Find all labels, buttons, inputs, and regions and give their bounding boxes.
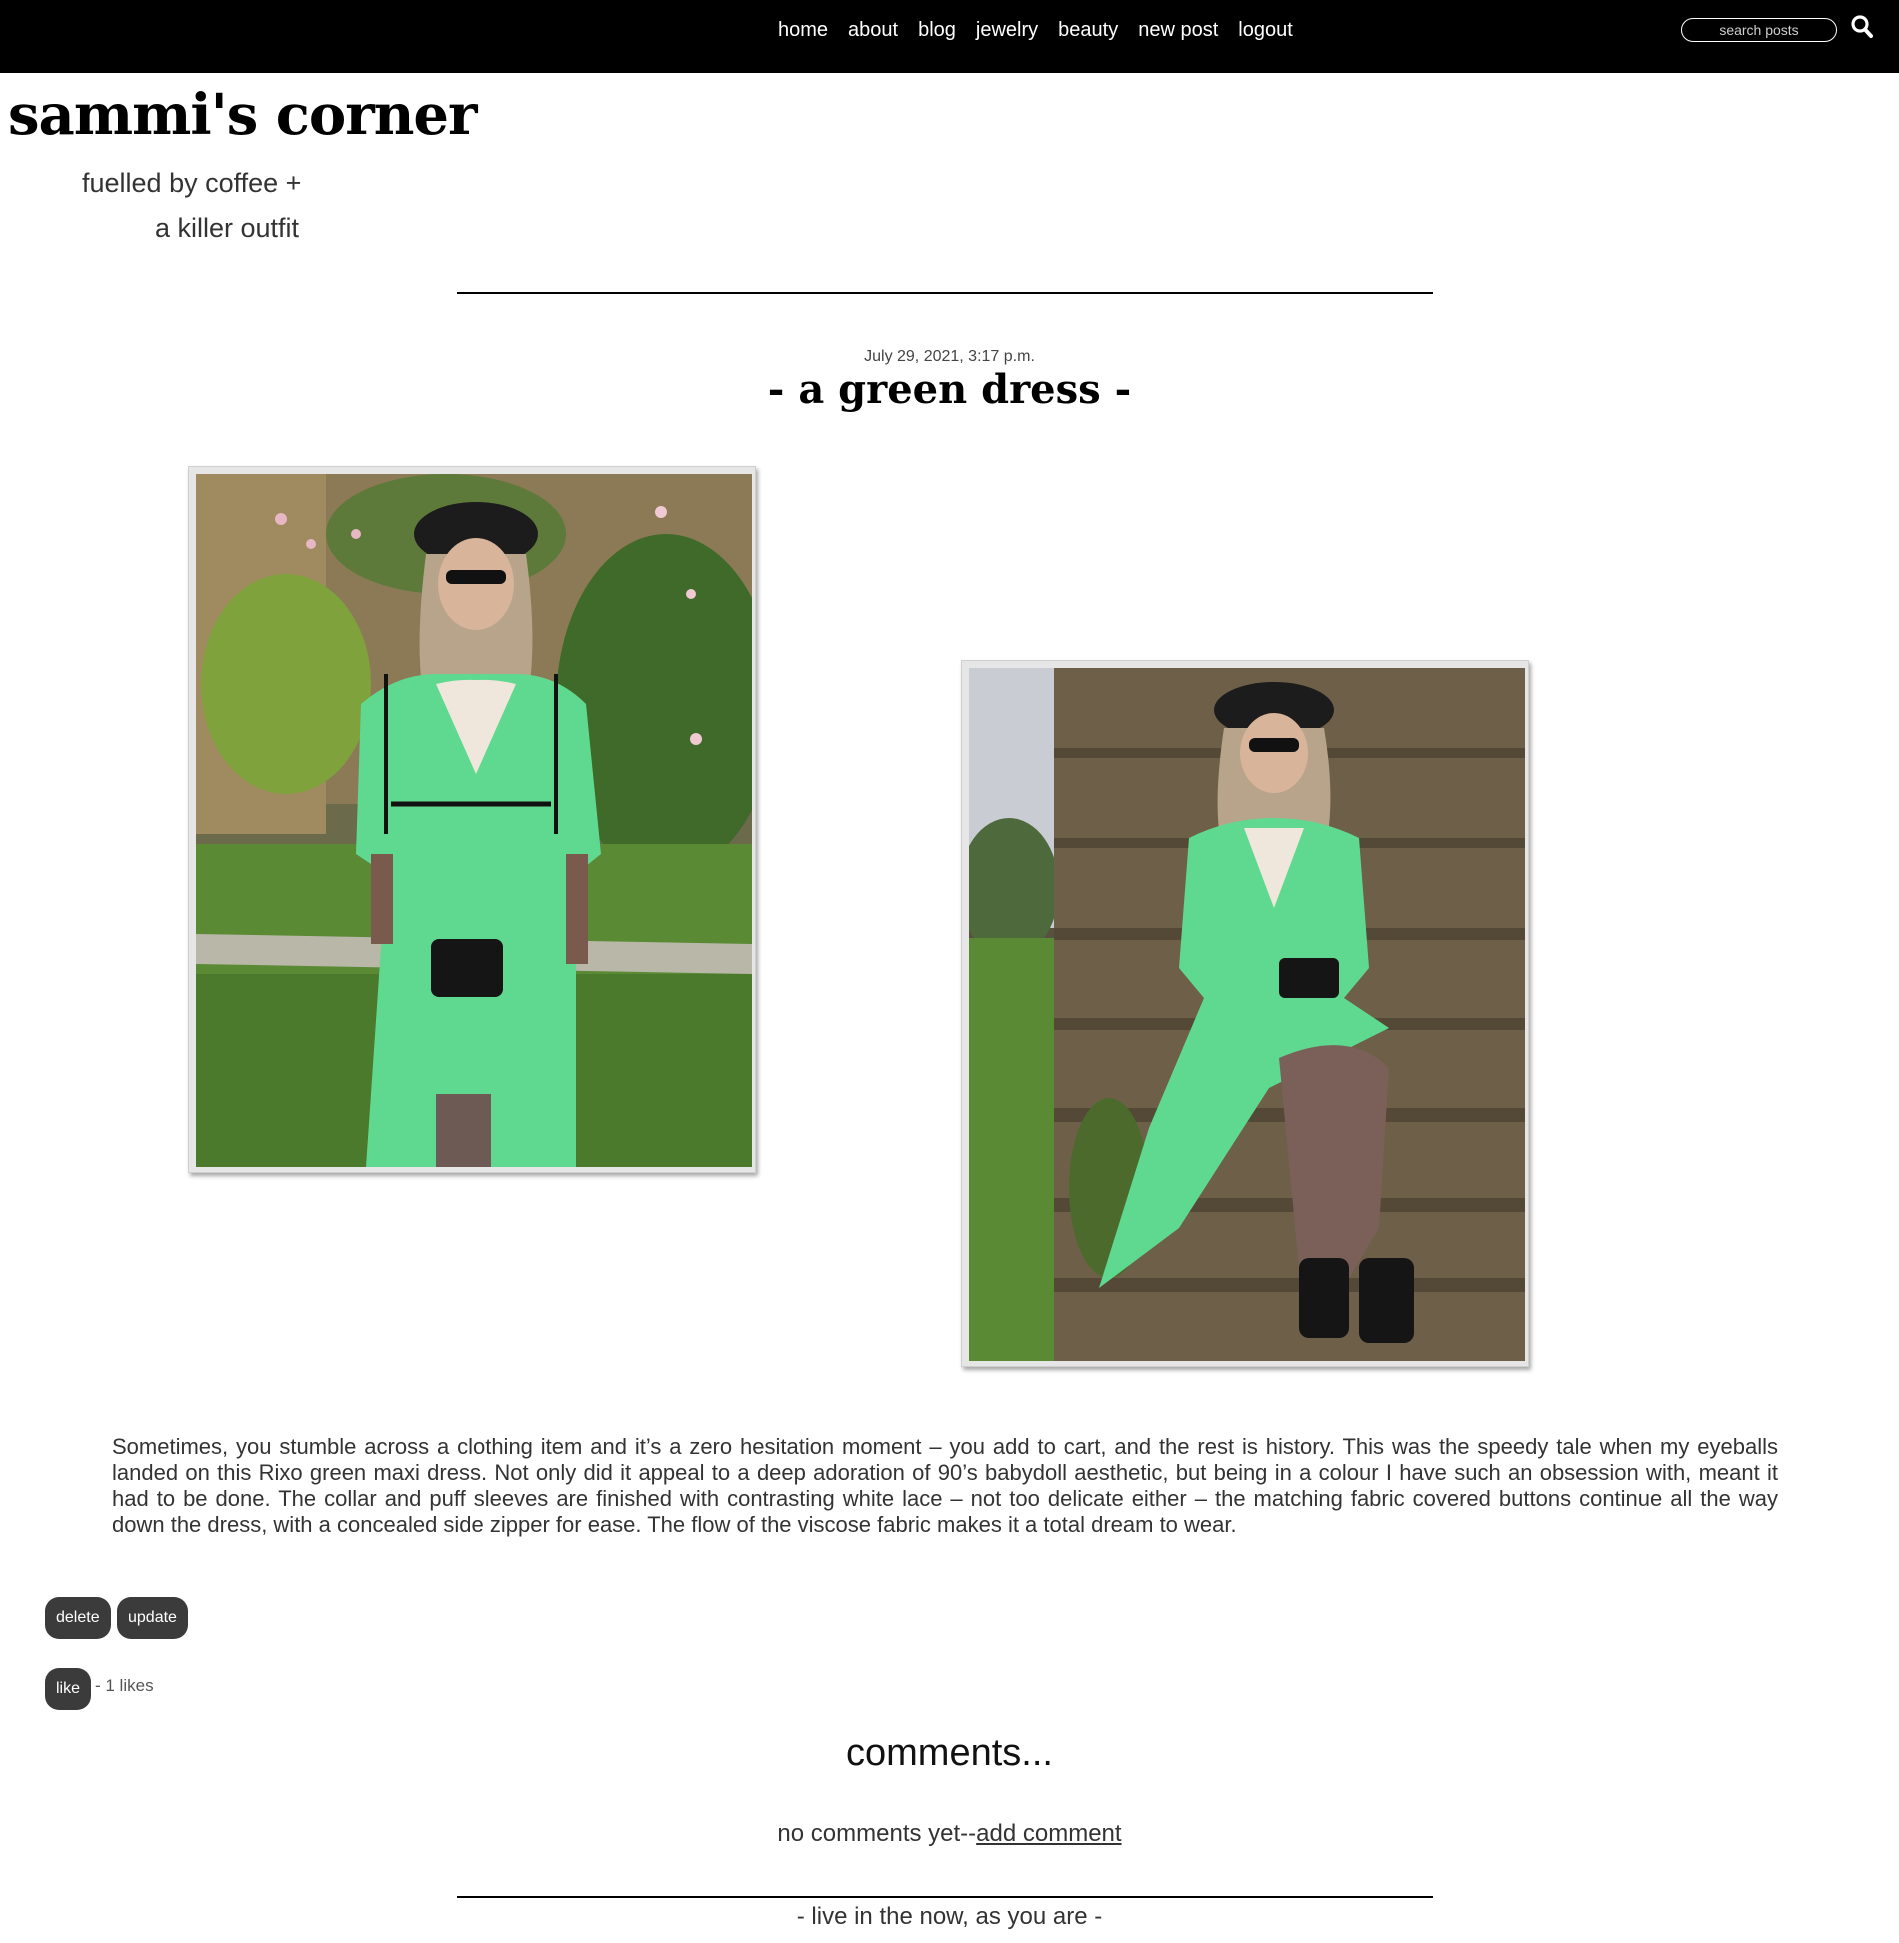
top-navbar: home about blog jewelry beauty new post … [0,0,1899,73]
add-comment-link[interactable]: add comment [976,1820,1121,1847]
nav-about-link[interactable]: about [848,19,898,41]
comments-heading: comments... [846,1732,1053,1774]
tagline-line-2: a killer outfit [155,213,300,243]
nav-home-link[interactable]: home [778,19,828,41]
update-button[interactable]: update [117,1597,188,1639]
tagline-line-1: fuelled by coffee + [82,168,302,198]
search-icon[interactable] [1850,14,1874,40]
nav-links: home about blog jewelry beauty new post … [778,0,1313,60]
nav-jewelry-link[interactable]: jewelry [976,19,1038,41]
no-comments-text: no comments yet-- [777,1820,977,1847]
nav-new-post-link[interactable]: new post [1138,19,1218,41]
site-title: sammi's corner [8,82,478,148]
post-photo-standing [188,466,756,1173]
post-body: Sometimes, you stumble across a clothing… [112,1434,1778,1537]
like-button[interactable]: like [45,1668,92,1710]
likes-count: - 1 likes [95,1676,154,1695]
footer-motto: - live in the now, as you are - [796,1903,1103,1930]
no-comments-message: no comments yet--add comment [0,1820,1899,1848]
post-date: July 29, 2021, 3:17 p.m. [864,348,1035,365]
header-divider [457,292,1433,294]
search-input[interactable] [1681,18,1837,42]
photo-sitting-image [969,668,1525,1361]
nav-logout-link[interactable]: logout [1238,19,1293,41]
post-title: - a green dress - [767,366,1132,413]
post-photo-sitting [961,660,1529,1367]
nav-beauty-link[interactable]: beauty [1058,19,1118,41]
footer-divider [457,1896,1433,1898]
delete-button[interactable]: delete [45,1597,111,1639]
nav-blog-link[interactable]: blog [918,19,956,41]
photo-standing-image [196,474,752,1167]
